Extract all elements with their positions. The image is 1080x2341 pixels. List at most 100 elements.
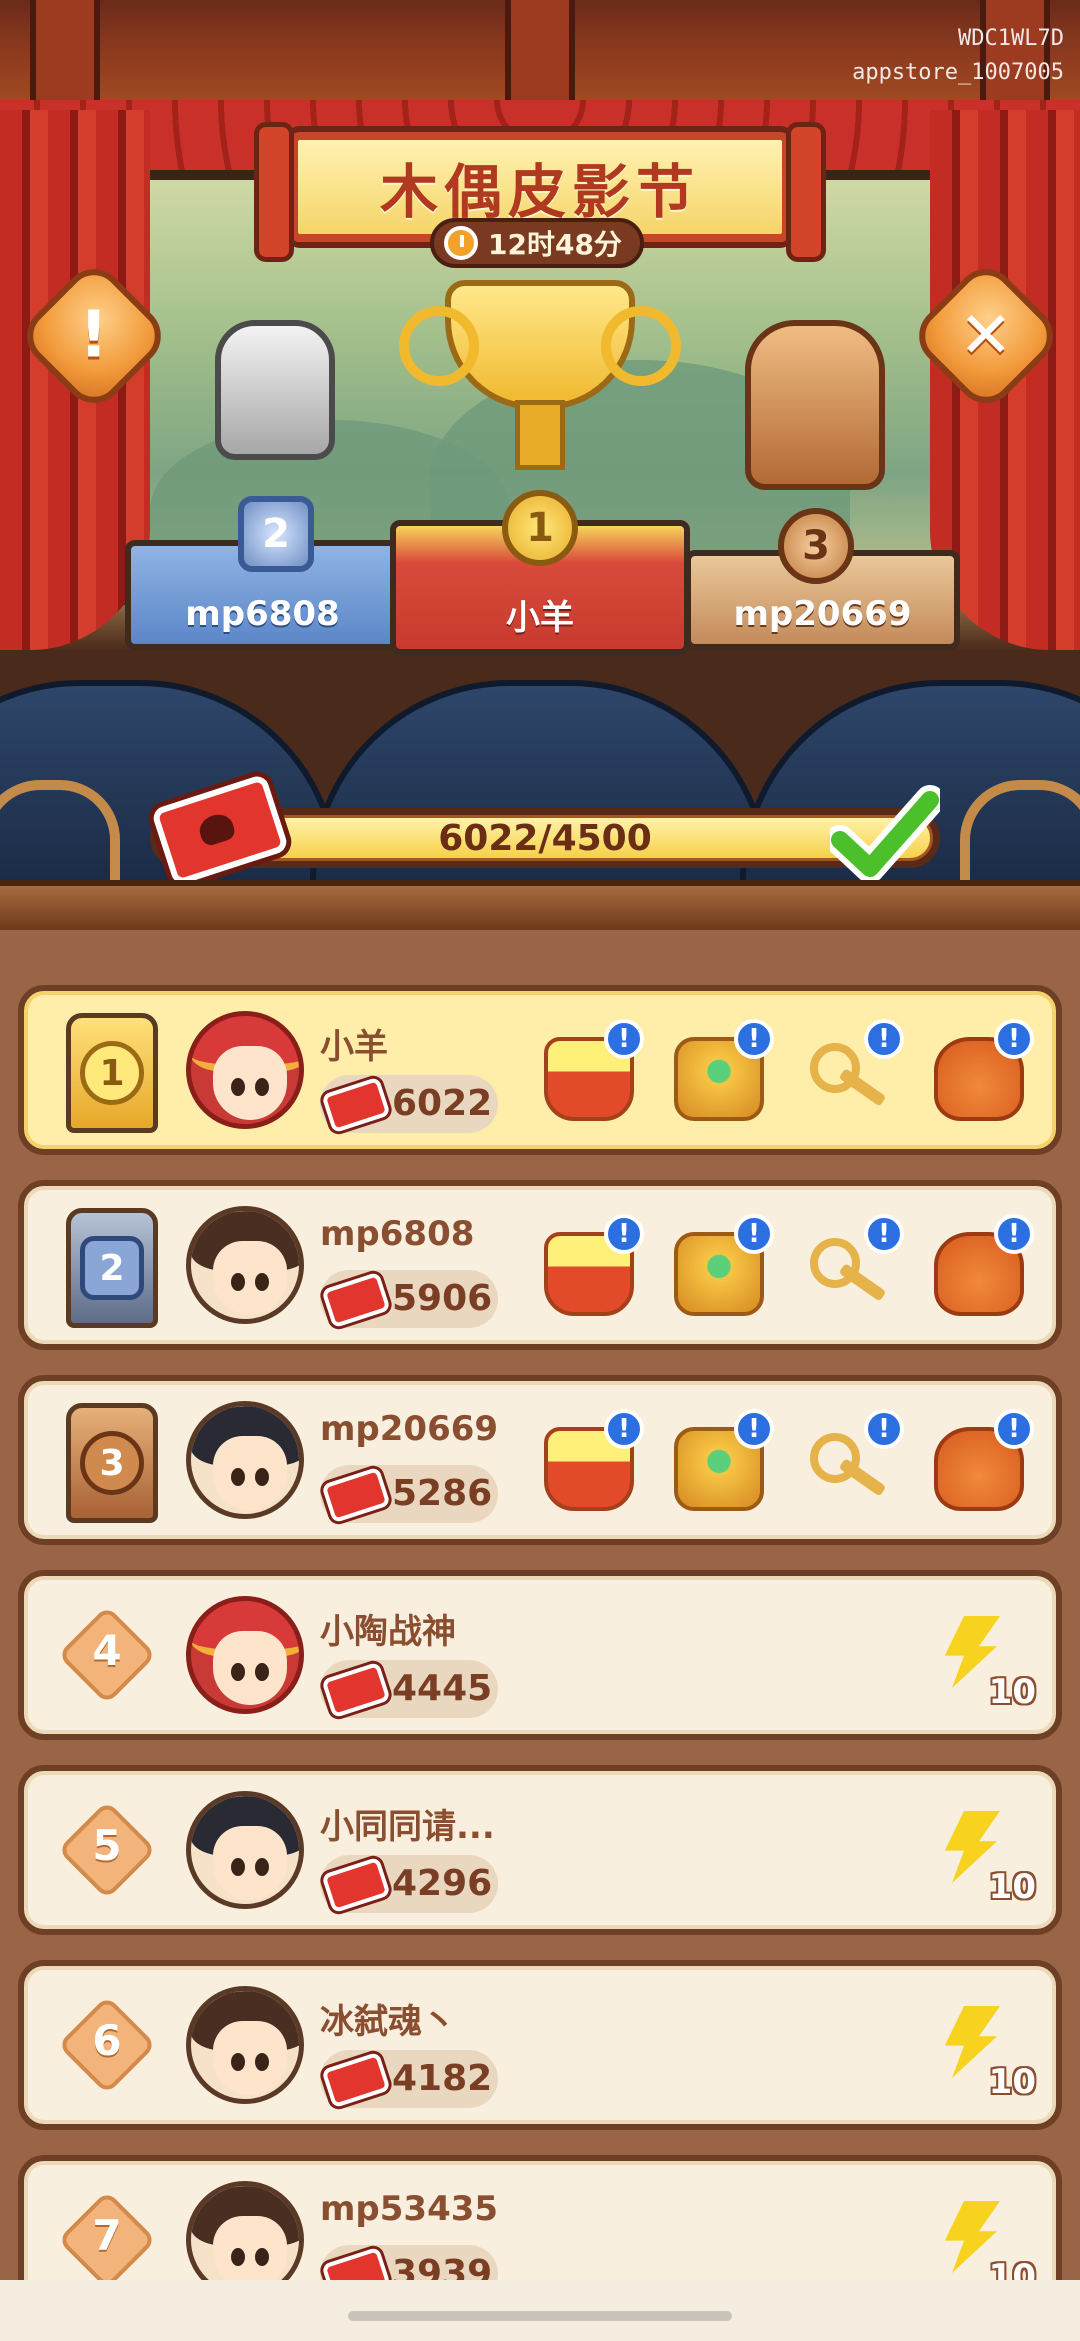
reward-item[interactable]: ! xyxy=(794,1214,904,1324)
reward-item[interactable]: ! xyxy=(924,1019,1034,1129)
score-value: 4182 xyxy=(392,2058,493,2099)
player-name: mp20669 xyxy=(320,1409,499,1449)
avatar[interactable] xyxy=(186,1986,304,2104)
info-badge-icon[interactable]: ! xyxy=(994,1019,1034,1059)
player-name: 冰弑魂丶 xyxy=(320,2002,456,2042)
ticket-icon xyxy=(321,1856,391,1914)
watermark-line-2: appstore_1007005 xyxy=(852,60,1064,85)
reward-item[interactable]: ! xyxy=(534,1409,644,1519)
rank-number: 6 xyxy=(92,2016,122,2065)
energy-count: 10 xyxy=(988,2062,1036,2102)
rank-badge-third: 3 xyxy=(778,508,854,584)
avatar[interactable] xyxy=(186,1791,304,1909)
energy-reward[interactable]: 10 xyxy=(926,2002,1036,2102)
reward-item[interactable]: ! xyxy=(794,1409,904,1519)
podium-second-name: mp6808 xyxy=(185,594,340,634)
ranking-row[interactable]: 6 冰弑魂丶 4182 10 xyxy=(18,1960,1062,2130)
info-badge-icon[interactable]: ! xyxy=(864,1019,904,1059)
energy-count: 10 xyxy=(988,1867,1036,1907)
info-badge-icon[interactable]: ! xyxy=(734,1019,774,1059)
rank-badge-second: 2 xyxy=(238,496,314,572)
player-name: mp6808 xyxy=(320,1214,475,1254)
watermark-line-1: WDC1WL7D xyxy=(958,26,1064,51)
exclamation-icon: ! xyxy=(79,299,109,373)
info-badge-icon[interactable]: ! xyxy=(994,1409,1034,1449)
event-timer: 12时48分 xyxy=(430,218,644,268)
close-icon: ✕ xyxy=(959,299,1013,373)
info-badge-icon[interactable]: ! xyxy=(864,1409,904,1449)
score-pill: 5906 xyxy=(320,1270,498,1329)
score-pill: 4445 xyxy=(320,1660,498,1719)
rank-number: 4 xyxy=(92,1626,122,1675)
energy-count: 10 xyxy=(988,1672,1036,1712)
reward-item[interactable]: ! xyxy=(924,1409,1034,1519)
avatar[interactable] xyxy=(186,1401,304,1519)
checkmark-icon xyxy=(830,785,940,883)
wood-ledge xyxy=(0,880,1080,930)
bronze-hand-trophy-icon xyxy=(745,320,885,490)
reward-item[interactable]: ! xyxy=(664,1409,774,1519)
info-badge-icon[interactable]: ! xyxy=(994,1214,1034,1254)
ornament-left xyxy=(0,780,120,890)
reward-item[interactable]: ! xyxy=(664,1019,774,1129)
score-pill: 6022 xyxy=(320,1075,498,1134)
rank-number: 2 xyxy=(80,1236,144,1300)
score-pill: 4182 xyxy=(320,2050,498,2109)
silver-fist-trophy-icon xyxy=(215,320,335,460)
ornament-right xyxy=(960,780,1080,890)
score-pill: 5286 xyxy=(320,1465,498,1524)
clock-icon xyxy=(444,226,478,260)
home-indicator[interactable] xyxy=(348,2311,732,2321)
reward-item[interactable]: ! xyxy=(924,1214,1034,1324)
beam-post xyxy=(505,0,575,110)
podium-first-name: 小羊 xyxy=(506,598,574,638)
score-value: 5906 xyxy=(392,1278,493,1319)
rank-number: 5 xyxy=(92,1821,122,1870)
timer-text: 12时48分 xyxy=(488,228,622,261)
avatar[interactable] xyxy=(186,1206,304,1324)
energy-reward[interactable]: 10 xyxy=(926,1807,1036,1907)
ticket-icon xyxy=(321,1466,391,1524)
ticket-icon xyxy=(321,1076,391,1134)
rank-number: 1 xyxy=(80,1041,144,1105)
ranking-row[interactable]: 2 mp6808 5906 ! ! ! ! xyxy=(18,1180,1062,1350)
beam-post xyxy=(30,0,100,110)
rank-number: 7 xyxy=(92,2211,122,2260)
info-badge-icon[interactable]: ! xyxy=(604,1019,644,1059)
player-name: 小羊 xyxy=(320,1027,388,1067)
score-value: 4296 xyxy=(392,1863,493,1904)
scroll-roll-left xyxy=(254,122,294,262)
info-badge-icon[interactable]: ! xyxy=(604,1214,644,1254)
info-badge-icon[interactable]: ! xyxy=(604,1409,644,1449)
reward-item[interactable]: ! xyxy=(534,1214,644,1324)
ranking-row[interactable]: 4 小陶战神 4445 10 xyxy=(18,1570,1062,1740)
rank-number: 3 xyxy=(80,1431,144,1495)
podium-third-name: mp20669 xyxy=(733,594,912,634)
avatar[interactable] xyxy=(186,1596,304,1714)
trophy-stem xyxy=(515,400,565,470)
score-pill: 4296 xyxy=(320,1855,498,1914)
info-badge-icon[interactable]: ! xyxy=(734,1214,774,1254)
reward-item[interactable]: ! xyxy=(794,1019,904,1129)
avatar[interactable] xyxy=(186,1011,304,1129)
ranking-row[interactable]: 5 小同同请... 4296 10 xyxy=(18,1765,1062,1935)
ranking-row[interactable]: 3 mp20669 5286 ! ! ! ! xyxy=(18,1375,1062,1545)
ranking-list[interactable]: 1 小羊 6022 ! ! ! ! 2 mp6808 5906 ! ! ! ! … xyxy=(0,930,1080,2325)
silver-rank-medal-icon: 2 xyxy=(66,1208,158,1328)
score-value: 4445 xyxy=(392,1668,493,1709)
player-name: 小陶战神 xyxy=(320,1612,456,1652)
info-badge-icon[interactable]: ! xyxy=(864,1214,904,1254)
info-badge-icon[interactable]: ! xyxy=(734,1409,774,1449)
reward-item[interactable]: ! xyxy=(664,1214,774,1324)
score-value: 6022 xyxy=(392,1083,493,1124)
energy-reward[interactable]: 10 xyxy=(926,1612,1036,1712)
watermark: WDC1WL7D appstore_1007005 xyxy=(852,22,1064,90)
rank-badge-first: 1 xyxy=(502,490,578,566)
player-name: mp53435 xyxy=(320,2189,499,2229)
reward-item[interactable]: ! xyxy=(534,1019,644,1129)
stage-header: mp6808 小羊 mp20669 2 1 3 木偶皮影节 12时48分 ! ✕… xyxy=(0,0,1080,930)
ticket-icon xyxy=(321,1661,391,1719)
ranking-row[interactable]: 1 小羊 6022 ! ! ! ! xyxy=(18,985,1062,1155)
ticket-icon xyxy=(321,1271,391,1329)
player-name: 小同同请... xyxy=(320,1807,495,1847)
